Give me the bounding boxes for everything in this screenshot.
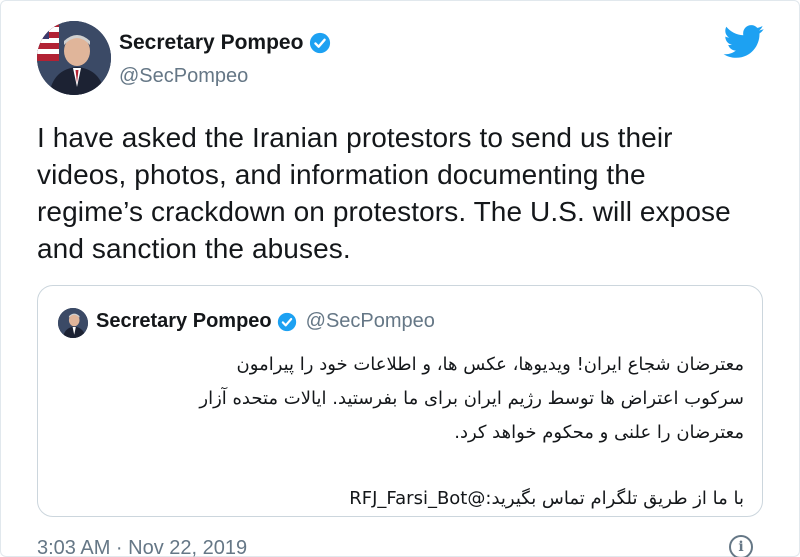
tweet-text: I have asked the Iranian protestors to s… bbox=[37, 122, 731, 264]
verified-badge-icon bbox=[310, 32, 331, 54]
tweet-timestamp[interactable]: 3:03 AM · Nov 22, 2019 bbox=[37, 537, 247, 557]
quoted-author-avatar[interactable] bbox=[58, 308, 88, 338]
avatar-photo-icon bbox=[37, 21, 111, 95]
quoted-author-display-name[interactable]: Secretary Pompeo bbox=[96, 310, 272, 333]
avatar-photo-icon bbox=[58, 308, 88, 338]
quoted-author-handle[interactable]: @SecPompeo bbox=[306, 310, 435, 333]
quoted-tweet-text: معترضان شجاع ایران! ویدیوها، عکس ها، و ا… bbox=[64, 348, 744, 516]
info-icon[interactable]: i bbox=[729, 535, 753, 557]
tweet-card: Secretary Pompeo @SecPompeo I have asked… bbox=[0, 0, 800, 557]
quoted-text-line: معترضان شجاع ایران! ویدیوها، عکس ها، و ا… bbox=[236, 354, 744, 375]
quoted-author-row[interactable]: Secretary Pompeo @SecPompeo bbox=[96, 310, 435, 333]
quoted-contact-line: با ما از طریق تلگرام تماس بگیرید:@RFJ_Fa… bbox=[349, 488, 744, 509]
author-avatar[interactable] bbox=[37, 21, 111, 95]
quoted-tweet[interactable]: Secretary Pompeo @SecPompeo معترضان شجاع… bbox=[37, 285, 763, 517]
author-display-name[interactable]: Secretary Pompeo bbox=[119, 31, 303, 55]
verified-badge-icon bbox=[277, 312, 296, 331]
author-name-row[interactable]: Secretary Pompeo bbox=[119, 31, 331, 55]
twitter-bird-icon[interactable] bbox=[723, 25, 765, 59]
quoted-text-line: سرکوب اعتراض ها توسط رژیم ایران برای ما … bbox=[199, 388, 744, 409]
author-handle[interactable]: @SecPompeo bbox=[119, 65, 248, 88]
quoted-text-line: معترضان را علنی و محکوم خواهد کرد. bbox=[454, 422, 744, 443]
